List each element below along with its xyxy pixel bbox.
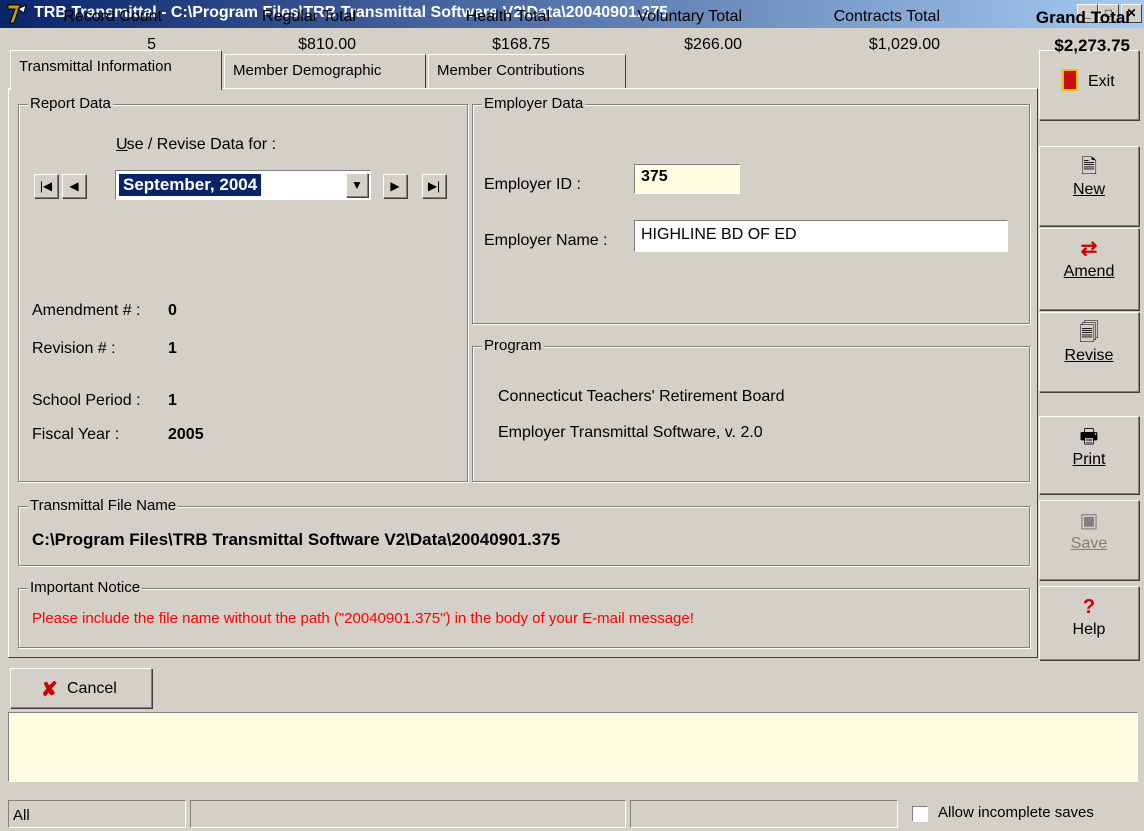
- new-button[interactable]: 🗎 New: [1039, 146, 1139, 226]
- voluntary-total-value: $266.00: [684, 36, 742, 53]
- amend-button[interactable]: ⇄ Amend: [1039, 228, 1139, 310]
- save-label: Save: [1070, 535, 1108, 552]
- allow-incomplete-label: Allow incomplete saves: [938, 804, 1094, 821]
- next-record-button[interactable]: ▶: [383, 174, 407, 198]
- revise-label: Revise: [1064, 347, 1114, 364]
- period-selected-value: September, 2004: [119, 174, 262, 196]
- help-question-icon: ?: [1082, 596, 1096, 618]
- prev-record-button[interactable]: ◀: [62, 174, 86, 198]
- school-period-label: School Period :: [32, 392, 141, 409]
- tab-transmittal-information[interactable]: Transmittal Information: [10, 50, 222, 90]
- revision-label: Revision # :: [32, 340, 116, 357]
- use-revise-label: Use / Revise Data for :: [116, 136, 276, 153]
- program-line-2: Employer Transmittal Software, v. 2.0: [498, 424, 763, 441]
- fiscal-year-value: 2005: [168, 426, 204, 443]
- grand-total-value: $2,273.75: [1054, 36, 1130, 55]
- file-name-title: Transmittal File Name: [28, 497, 179, 514]
- health-total-value: $168.75: [492, 36, 550, 53]
- notice-title: Important Notice: [28, 579, 143, 596]
- amendment-value: 0: [168, 302, 177, 319]
- health-total-column: Health Total $168.75: [420, 8, 550, 64]
- contracts-total-label: Contracts Total: [833, 8, 940, 25]
- totals-panel: [8, 712, 1138, 782]
- floppy-disk-icon: ▣: [1079, 510, 1099, 532]
- contracts-total-column: Contracts Total $1,029.00: [790, 8, 940, 64]
- regular-total-value: $810.00: [298, 36, 356, 53]
- employer-name-label: Employer Name :: [484, 232, 608, 249]
- save-button[interactable]: ▣ Save: [1039, 500, 1139, 580]
- record-count-label: Record Count: [63, 8, 162, 25]
- notice-text: Please include the file name without the…: [32, 610, 694, 627]
- last-record-button[interactable]: ▶|: [422, 174, 446, 198]
- file-name-value: C:\Program Files\TRB Transmittal Softwar…: [32, 530, 561, 549]
- employer-name-field[interactable]: HIGHLINE BD OF ED: [634, 220, 1008, 252]
- help-label: Help: [1072, 621, 1106, 638]
- amend-icon: ⇄: [1080, 238, 1098, 260]
- grand-total-label: Grand Total: [1035, 8, 1130, 27]
- program-group: [472, 346, 1030, 482]
- contracts-total-value: $1,029.00: [868, 36, 940, 53]
- employer-id-field[interactable]: 375: [634, 164, 740, 194]
- regular-total-column: Regular Total $810.00: [220, 8, 356, 64]
- voluntary-total-label: Voluntary Total: [637, 8, 742, 25]
- employer-id-label: Employer ID :: [484, 176, 581, 193]
- employer-data-title: Employer Data: [482, 95, 586, 112]
- cancel-button[interactable]: ✘ Cancel: [10, 668, 152, 708]
- help-button[interactable]: ? Help: [1039, 586, 1139, 660]
- exit-label: Exit: [1088, 73, 1115, 90]
- revise-icon: 🗐: [1079, 322, 1099, 344]
- grand-total-column: Grand Total $2,273.75: [988, 8, 1130, 64]
- status-panel-2: [190, 800, 626, 828]
- exit-door-icon: [1062, 69, 1078, 91]
- print-label: Print: [1072, 451, 1106, 468]
- print-button[interactable]: 🖶 Print: [1039, 416, 1139, 494]
- revise-button[interactable]: 🗐 Revise: [1039, 312, 1139, 392]
- new-label: New: [1072, 181, 1105, 198]
- app-logo-icon: [6, 3, 30, 25]
- health-total-label: Health Total: [465, 8, 550, 25]
- employer-data-group: [472, 104, 1030, 324]
- amendment-label: Amendment # :: [32, 302, 141, 319]
- program-line-1: Connecticut Teachers' Retirement Board: [498, 388, 785, 405]
- regular-total-label: Regular Total: [262, 8, 356, 25]
- chevron-down-icon[interactable]: ▼: [346, 173, 368, 197]
- program-title: Program: [482, 337, 544, 354]
- fiscal-year-label: Fiscal Year :: [32, 426, 120, 443]
- revision-value: 1: [168, 340, 177, 357]
- cancel-label: Cancel: [67, 680, 117, 697]
- voluntary-total-column: Voluntary Total $266.00: [590, 8, 742, 64]
- status-filter: All: [8, 800, 186, 828]
- period-select[interactable]: September, 2004 ▼: [115, 170, 371, 200]
- printer-icon: 🖶: [1079, 426, 1099, 448]
- allow-incomplete-checkbox[interactable]: [912, 806, 928, 822]
- cancel-x-icon: ✘: [41, 679, 58, 701]
- status-panel-3: [630, 800, 898, 828]
- amend-label: Amend: [1063, 263, 1115, 280]
- new-document-icon: 🗎: [1080, 156, 1098, 178]
- school-period-value: 1: [168, 392, 177, 409]
- first-record-button[interactable]: |◀: [34, 174, 58, 198]
- report-data-title: Report Data: [28, 95, 113, 112]
